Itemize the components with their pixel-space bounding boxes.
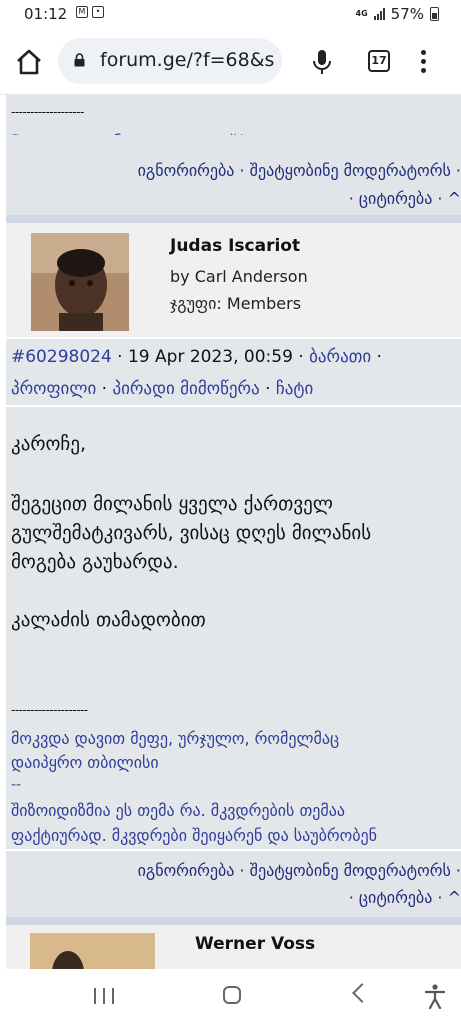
private-message-link[interactable]: პირადი მიმოწერა bbox=[112, 379, 259, 399]
next-post-username[interactable]: Werner Voss bbox=[195, 934, 315, 954]
body-line: მოგება გაუხარდა. bbox=[11, 551, 179, 573]
user-subtitle: by Carl Anderson bbox=[170, 267, 308, 286]
next-post-header: Werner Voss bbox=[6, 925, 461, 969]
status-bar: 01:12 M • 4G 57% bbox=[0, 0, 461, 30]
browser-toolbar: forum.ge/?f=68&s 17 bbox=[0, 30, 461, 95]
avatar[interactable] bbox=[31, 233, 129, 331]
actions-line-1[interactable]: იგნორირება · შეატყობინე მოდერატორს · bbox=[138, 161, 461, 180]
home-button-icon[interactable] bbox=[223, 986, 241, 1004]
prev-post-actions: იგნორირება · შეატყობინე მოდერატორს · · ც… bbox=[6, 135, 461, 215]
system-nav-bar bbox=[0, 969, 461, 1024]
actions-line-2[interactable]: · ციტირება · ^ bbox=[349, 189, 461, 208]
post-body: კაროჩე, შეგეცით მილანის ყველა ქართველ გუ… bbox=[6, 407, 461, 849]
url-text: forum.ge/?f=68&s bbox=[100, 49, 275, 71]
meta-dot: · bbox=[96, 379, 113, 399]
lock-icon bbox=[74, 53, 85, 67]
share-link[interactable]: ბარათი bbox=[309, 347, 371, 367]
body-line: კაროჩე, bbox=[11, 433, 87, 455]
home-icon[interactable] bbox=[14, 47, 44, 77]
avatar-image bbox=[30, 933, 155, 969]
mail-icon: M bbox=[76, 6, 88, 18]
post-divider bbox=[6, 215, 461, 223]
body-line: კალაძის თამადობით bbox=[11, 609, 206, 631]
avatar-image bbox=[31, 233, 129, 331]
post-datetime: · 19 Apr 2023, 00:59 · bbox=[111, 347, 310, 367]
body-line: გულშემატკივარს, ვისაც დღეს მილანის bbox=[11, 522, 372, 544]
battery-icon bbox=[430, 7, 439, 21]
more-menu-icon[interactable] bbox=[420, 50, 426, 74]
signature-line: დაიპყრო თბილისი bbox=[11, 753, 159, 772]
post-id-link[interactable]: #60298024 bbox=[11, 347, 112, 367]
prev-post-signature: ------------------- Русски корабль, иди … bbox=[6, 95, 461, 150]
meta-dot: · bbox=[371, 347, 382, 367]
address-bar[interactable]: forum.ge/?f=68&s bbox=[58, 38, 282, 84]
signature-line: შიზოიდიზმია ეს თემა რა. მკვდრების თემაა bbox=[11, 801, 345, 820]
actions-line-1[interactable]: იგნორირება · შეატყობინე მოდერატორს · bbox=[138, 861, 461, 880]
user-group: ჯგუფი: Members bbox=[170, 294, 302, 313]
signature-line: -- bbox=[11, 777, 22, 793]
battery-percent: 57% bbox=[390, 5, 424, 23]
next-post-avatar[interactable] bbox=[30, 933, 155, 969]
signature-separator: ------------------- bbox=[11, 105, 84, 119]
tab-switcher-button[interactable]: 17 bbox=[368, 50, 390, 72]
chat-link[interactable]: ჩატი bbox=[276, 379, 313, 399]
post-actions: იგნორირება · შეატყობინე მოდერატორს · · ც… bbox=[6, 851, 461, 917]
signature-separator: -------------------- bbox=[11, 703, 88, 717]
actions-line-2[interactable]: · ციტირება · ^ bbox=[349, 888, 461, 907]
body-line: შეგეცით მილანის ყველა ქართველ bbox=[11, 493, 333, 515]
app-notification-icon: • bbox=[92, 6, 104, 18]
status-right: 4G 57% bbox=[356, 5, 439, 23]
signature-line: ფაქტიურად. მკვდრები შეიყარენ და საუბრობე… bbox=[11, 826, 377, 845]
clock: 01:12 bbox=[24, 5, 68, 23]
signal-icon bbox=[373, 8, 385, 20]
notification-icons: M • bbox=[76, 6, 104, 18]
post-meta: #60298024 · 19 Apr 2023, 00:59 · ბარათი … bbox=[6, 339, 461, 405]
accessibility-icon[interactable] bbox=[424, 983, 446, 1009]
meta-dot: · bbox=[259, 379, 276, 399]
username[interactable]: Judas Iscariot bbox=[170, 236, 300, 256]
network-type: 4G bbox=[355, 9, 368, 18]
post-divider bbox=[6, 917, 461, 925]
recent-apps-icon[interactable] bbox=[94, 988, 114, 1004]
profile-link[interactable]: პროფილი bbox=[11, 379, 96, 399]
mic-icon[interactable] bbox=[309, 48, 335, 76]
page-content: ------------------- Русски корабль, иди … bbox=[0, 95, 461, 969]
signature-line: მოკვდა დავით მეფე, ურჯულო, რომელმაც bbox=[11, 729, 340, 748]
post-header: Judas Iscariot by Carl Anderson ჯგუფი: M… bbox=[6, 223, 461, 337]
back-icon[interactable] bbox=[352, 983, 372, 1003]
